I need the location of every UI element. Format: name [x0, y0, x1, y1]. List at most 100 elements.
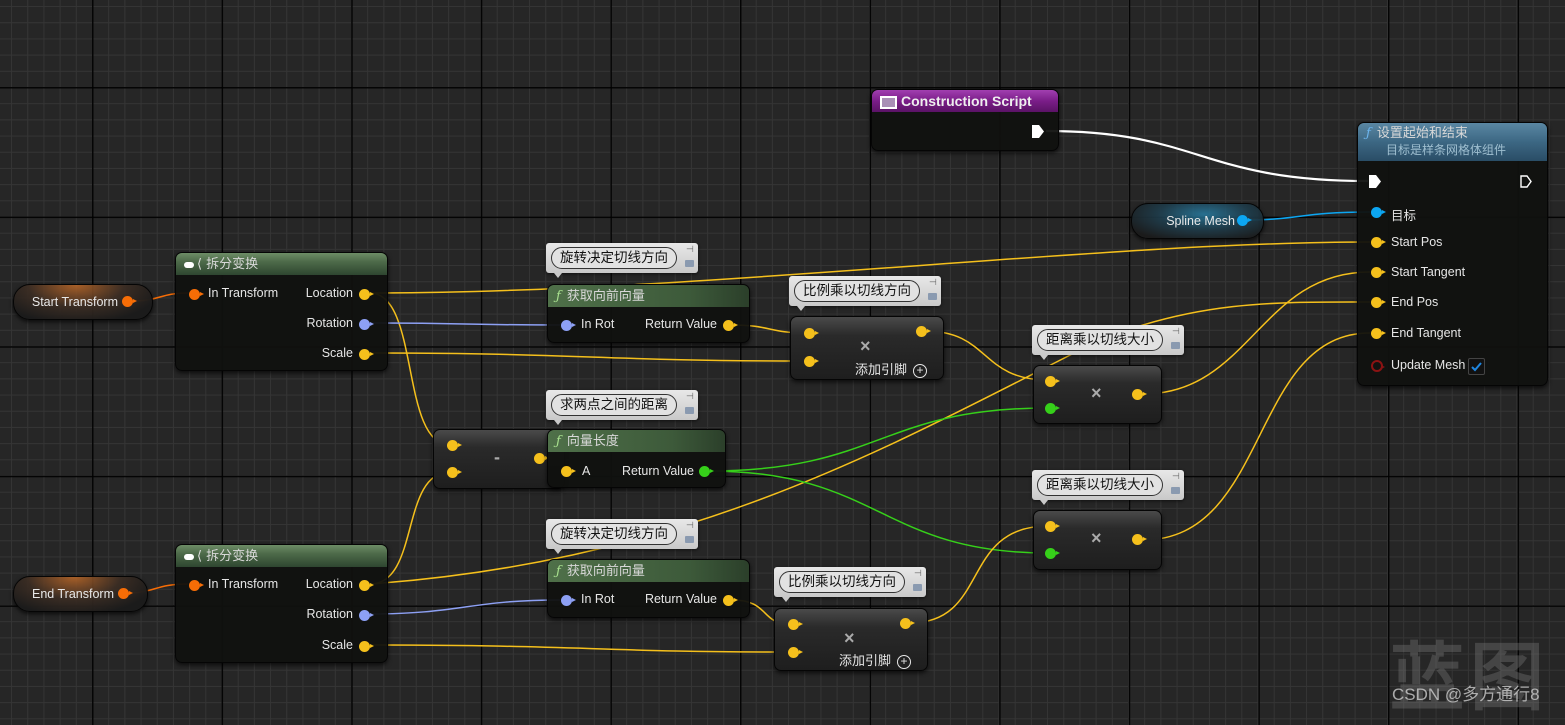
location-pin[interactable]: [359, 289, 374, 300]
location-pin[interactable]: [359, 580, 374, 591]
break-struct-bracket-icon: ⟨: [197, 256, 203, 271]
start-pos-pin[interactable]: [1371, 237, 1386, 248]
rotation-pin[interactable]: [359, 610, 374, 621]
rotation-pin[interactable]: [359, 319, 374, 330]
return-value-label: Return Value: [644, 317, 717, 331]
multiply-node-2[interactable]: × 添加引脚 +: [774, 608, 928, 671]
return-value-pin[interactable]: [723, 595, 738, 606]
multiply-input-b-pin[interactable]: [804, 356, 819, 367]
end-transform-variable-node[interactable]: End Transform: [13, 576, 148, 612]
comment-bubble[interactable]: 距离乘以切线大小 ⊣: [1032, 325, 1184, 360]
pin-comment-icon[interactable]: ⊣: [686, 392, 694, 401]
scale-pin[interactable]: [359, 641, 374, 652]
comment-text: 距离乘以切线大小: [1037, 329, 1163, 351]
in-rot-label: In Rot: [581, 317, 615, 331]
multiply-output-pin[interactable]: [916, 326, 931, 337]
minimize-comment-icon[interactable]: [913, 584, 922, 591]
vector-length-title: 向量长度: [566, 433, 619, 448]
minimize-comment-icon[interactable]: [1171, 487, 1180, 494]
minimize-comment-icon[interactable]: [928, 293, 937, 300]
exec-out-pin[interactable]: [1032, 125, 1044, 138]
subtract-input-a-pin[interactable]: [447, 440, 462, 451]
return-value-pin[interactable]: [699, 466, 714, 477]
minimize-comment-icon[interactable]: [685, 536, 694, 543]
in-rot-pin[interactable]: [561, 320, 576, 331]
multiply-input-a-pin[interactable]: [1045, 376, 1060, 387]
multiply-node-3[interactable]: ×: [1033, 365, 1162, 424]
pin-comment-icon[interactable]: ⊣: [686, 245, 694, 254]
target-pin[interactable]: [1371, 207, 1386, 218]
start-tangent-pin[interactable]: [1371, 267, 1386, 278]
start-transform-variable-node[interactable]: Start Transform: [13, 284, 153, 320]
update-mesh-checkbox[interactable]: [1468, 358, 1485, 375]
minimize-comment-icon[interactable]: [1171, 342, 1180, 349]
spline-mesh-variable-node[interactable]: Spline Mesh: [1131, 203, 1264, 239]
multiply-input-b-pin[interactable]: [1045, 548, 1060, 559]
get-forward-vector-node-2[interactable]: ƒ 获取向前向量 In Rot Return Value: [547, 559, 750, 618]
end-tangent-pin[interactable]: [1371, 328, 1386, 339]
spline-mesh-out-pin[interactable]: [1237, 215, 1252, 226]
pin-comment-icon[interactable]: ⊣: [1172, 327, 1180, 336]
comment-bubble[interactable]: 比例乘以切线方向 ⊣: [789, 276, 941, 311]
multiply-input-b-pin[interactable]: [788, 647, 803, 658]
pin-comment-icon[interactable]: ⊣: [914, 569, 922, 578]
in-rot-pin[interactable]: [561, 595, 576, 606]
end-pos-pin[interactable]: [1371, 297, 1386, 308]
multiply-output-pin[interactable]: [1132, 534, 1147, 545]
return-value-label: Return Value: [621, 464, 694, 478]
comment-bubble[interactable]: 旋转决定切线方向 ⊣: [546, 243, 698, 278]
comment-bubble[interactable]: 求两点之间的距离 ⊣: [546, 390, 698, 425]
multiply-input-a-pin[interactable]: [804, 328, 819, 339]
start-transform-out-pin[interactable]: [122, 296, 137, 307]
subtract-node[interactable]: -: [433, 429, 565, 489]
multiply-node-1[interactable]: × 添加引脚 +: [790, 316, 944, 380]
set-start-and-end-node[interactable]: ƒ 设置起始和结束 目标是样条网格体组件 目标 Start Pos Start T…: [1357, 122, 1548, 386]
start-transform-label: Start Transform: [31, 295, 118, 309]
comment-tail: [1040, 355, 1048, 360]
multiply-symbol: ×: [860, 336, 871, 356]
add-pin-button[interactable]: 添加引脚 +: [855, 359, 928, 378]
vector-a-pin[interactable]: [561, 466, 576, 477]
multiply-output-pin[interactable]: [1132, 389, 1147, 400]
add-pin-button[interactable]: 添加引脚 +: [839, 650, 912, 669]
multiply-input-b-pin[interactable]: [1045, 403, 1060, 414]
pin-comment-icon[interactable]: ⊣: [929, 278, 937, 287]
comment-bubble[interactable]: 比例乘以切线方向 ⊣: [774, 567, 926, 602]
update-mesh-label: Update Mesh: [1391, 358, 1466, 372]
multiply-input-a-pin[interactable]: [788, 619, 803, 630]
pin-comment-icon[interactable]: ⊣: [686, 521, 694, 530]
blueprint-watermark: 蓝图: [1390, 635, 1550, 721]
end-transform-out-pin[interactable]: [118, 588, 133, 599]
break-transform-node-2[interactable]: ⟨ 拆分变换 In Transform Location Rotation Sca…: [175, 544, 388, 663]
comment-tail: [554, 273, 562, 278]
in-transform-pin[interactable]: [189, 580, 204, 591]
in-transform-pin[interactable]: [189, 289, 204, 300]
subtract-output-pin[interactable]: [534, 453, 549, 464]
construction-script-node[interactable]: Construction Script: [871, 89, 1059, 151]
scale-label: Scale: [321, 638, 353, 652]
multiply-input-a-pin[interactable]: [1045, 521, 1060, 532]
pin-comment-icon[interactable]: ⊣: [1172, 472, 1180, 481]
blueprint-graph-canvas[interactable]: Construction Script ƒ 设置起始和结束 目标是样条网格体组件 …: [0, 0, 1565, 721]
minimize-comment-icon[interactable]: [685, 260, 694, 267]
return-value-pin[interactable]: [723, 320, 738, 331]
scale-pin[interactable]: [359, 349, 374, 360]
end-tangent-label: End Tangent: [1391, 326, 1461, 340]
vector-length-node[interactable]: ƒ 向量长度 A Return Value: [547, 429, 726, 488]
add-pin-icon: +: [897, 654, 912, 669]
comment-tail: [782, 597, 790, 602]
update-mesh-pin[interactable]: [1371, 360, 1385, 372]
subtract-input-b-pin[interactable]: [447, 467, 462, 478]
comment-bubble[interactable]: 距离乘以切线大小 ⊣: [1032, 470, 1184, 505]
multiply-node-4[interactable]: ×: [1033, 510, 1162, 570]
comment-text: 旋转决定切线方向: [551, 247, 677, 269]
minimize-comment-icon[interactable]: [685, 407, 694, 414]
break-struct-icon: [184, 553, 194, 560]
get-forward-vector-node-1[interactable]: ƒ 获取向前向量 In Rot Return Value: [547, 284, 750, 343]
csdn-watermark: CSDN @多方通行8: [1392, 685, 1540, 704]
exec-out-pin[interactable]: [1520, 175, 1532, 188]
exec-in-pin[interactable]: [1369, 175, 1381, 188]
comment-bubble[interactable]: 旋转决定切线方向 ⊣: [546, 519, 698, 554]
multiply-output-pin[interactable]: [900, 618, 915, 629]
break-transform-node-1[interactable]: ⟨ 拆分变换 In Transform Location Rotation Sca…: [175, 252, 388, 371]
